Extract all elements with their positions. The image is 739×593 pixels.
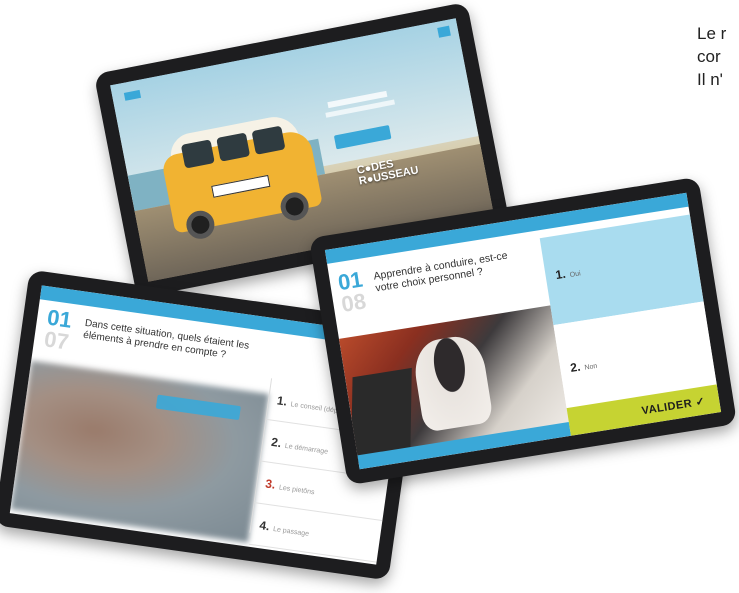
question-total: 08: [339, 288, 368, 317]
answer-label: Le passage: [272, 525, 310, 538]
answer-label: Oui: [569, 270, 582, 279]
answer-label: Non: [584, 362, 598, 372]
answer-number: 4.: [258, 518, 271, 534]
answer-label: Le conseil (dép: [290, 401, 339, 415]
answer-label: Le démarrage: [284, 442, 329, 456]
answer-number: 2.: [270, 434, 283, 451]
side-text-line-2: cor: [697, 47, 721, 66]
answer-label: Les pietôns: [278, 484, 315, 497]
side-paragraph: Le r cor Il n': [697, 22, 726, 91]
answer-number: 1.: [276, 393, 289, 409]
answer-number: 2.: [569, 359, 582, 375]
answer-number: 1.: [554, 266, 567, 283]
answer-number: 3.: [264, 476, 277, 492]
side-text-line-1: Le r: [697, 24, 727, 43]
person-shape: [410, 332, 494, 433]
situation-image: [10, 360, 269, 543]
side-text-line-3: Il n': [697, 70, 723, 89]
question-total: 07: [42, 326, 71, 355]
question-text: Apprendre à conduire, est-ce votre choix…: [372, 249, 509, 295]
answer-panel: 1. Oui 2. Non VALIDER ✓: [539, 214, 722, 436]
tablet-quiz-right-screen: 01 08 Apprendre à conduire, est-ce votre…: [324, 192, 722, 470]
